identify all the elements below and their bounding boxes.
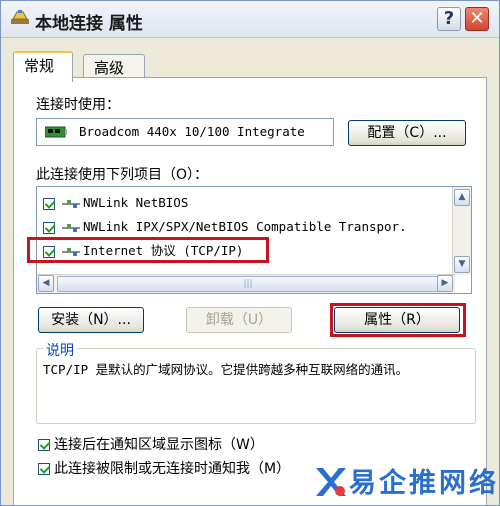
list-item[interactable]: NWLink IPX/SPX/NetBIOS Compatible Transp… <box>43 217 407 237</box>
install-button[interactable]: 安装（N）... <box>38 307 144 333</box>
protocol-icon <box>62 199 80 208</box>
general-tab-panel: 连接时使用： Broadcom 440x 10/100 Integrate 配置… <box>13 77 487 505</box>
checkbox[interactable] <box>43 197 55 210</box>
description-legend: 说明 <box>43 340 77 360</box>
tcpip-highlight-box <box>27 237 269 263</box>
notify-checkbox[interactable] <box>38 463 50 475</box>
scroll-left-button[interactable]: ◀ <box>38 275 54 292</box>
adapter-field: Broadcom 440x 10/100 Integrate <box>36 118 334 146</box>
scroll-right-button[interactable]: ▶ <box>437 275 453 292</box>
description-group: 说明 TCP/IP 是默认的广域网协议。它提供跨越多种互联网络的通讯。 <box>36 340 476 424</box>
watermark-text: 易企推网络 <box>349 468 499 499</box>
watermark: 易企推网络 <box>301 455 499 505</box>
properties-dialog: 本地连接 属性 ? ✕ 常规 高级 连接时使用： Broadcom 440x 1… <box>0 0 500 506</box>
network-connection-icon <box>11 10 29 24</box>
protocol-icon <box>62 223 80 232</box>
tab-general[interactable]: 常规 <box>13 51 73 82</box>
list-item[interactable]: NWLink NetBIOS <box>43 193 188 213</box>
network-card-icon <box>45 126 67 138</box>
uninstall-button[interactable]: 卸载（U） <box>186 307 292 333</box>
blue-x-logo-icon <box>316 468 346 496</box>
adapter-name: Broadcom 440x 10/100 Integrate <box>79 124 305 139</box>
components-label: 此连接使用下列项目（O）： <box>36 167 209 183</box>
scroll-up-button[interactable]: ▲ <box>454 189 470 206</box>
configure-button[interactable]: 配置（C）... <box>348 120 466 146</box>
notify-option[interactable]: 此连接被限制或无连接时通知我（M） <box>38 458 290 478</box>
horizontal-scrollbar[interactable]: ◀ ||| ▶ <box>37 274 455 293</box>
show-icon-checkbox[interactable] <box>38 439 50 451</box>
vertical-scrollbar[interactable]: ▲ ▼ <box>452 187 471 275</box>
scroll-thumb[interactable]: ||| <box>57 276 439 292</box>
title-bar[interactable]: 本地连接 属性 ? ✕ <box>1 1 499 38</box>
list-item-label: NWLink IPX/SPX/NetBIOS Compatible Transp… <box>83 219 407 234</box>
help-button[interactable]: ? <box>437 7 461 31</box>
close-button[interactable]: ✕ <box>465 7 489 31</box>
scroll-down-button[interactable]: ▼ <box>454 256 470 273</box>
description-text: TCP/IP 是默认的广域网协议。它提供跨越多种互联网络的通讯。 <box>43 362 409 377</box>
properties-highlight-box <box>330 303 466 337</box>
connect-using-label: 连接时使用： <box>36 97 120 113</box>
window-title: 本地连接 属性 <box>35 14 143 34</box>
show-icon-label: 连接后在通知区域显示图标（W） <box>54 437 264 453</box>
checkbox[interactable] <box>43 221 55 234</box>
notify-label: 此连接被限制或无连接时通知我（M） <box>54 461 291 477</box>
list-item-label: NWLink NetBIOS <box>83 195 189 210</box>
show-icon-option[interactable]: 连接后在通知区域显示图标（W） <box>38 434 264 454</box>
